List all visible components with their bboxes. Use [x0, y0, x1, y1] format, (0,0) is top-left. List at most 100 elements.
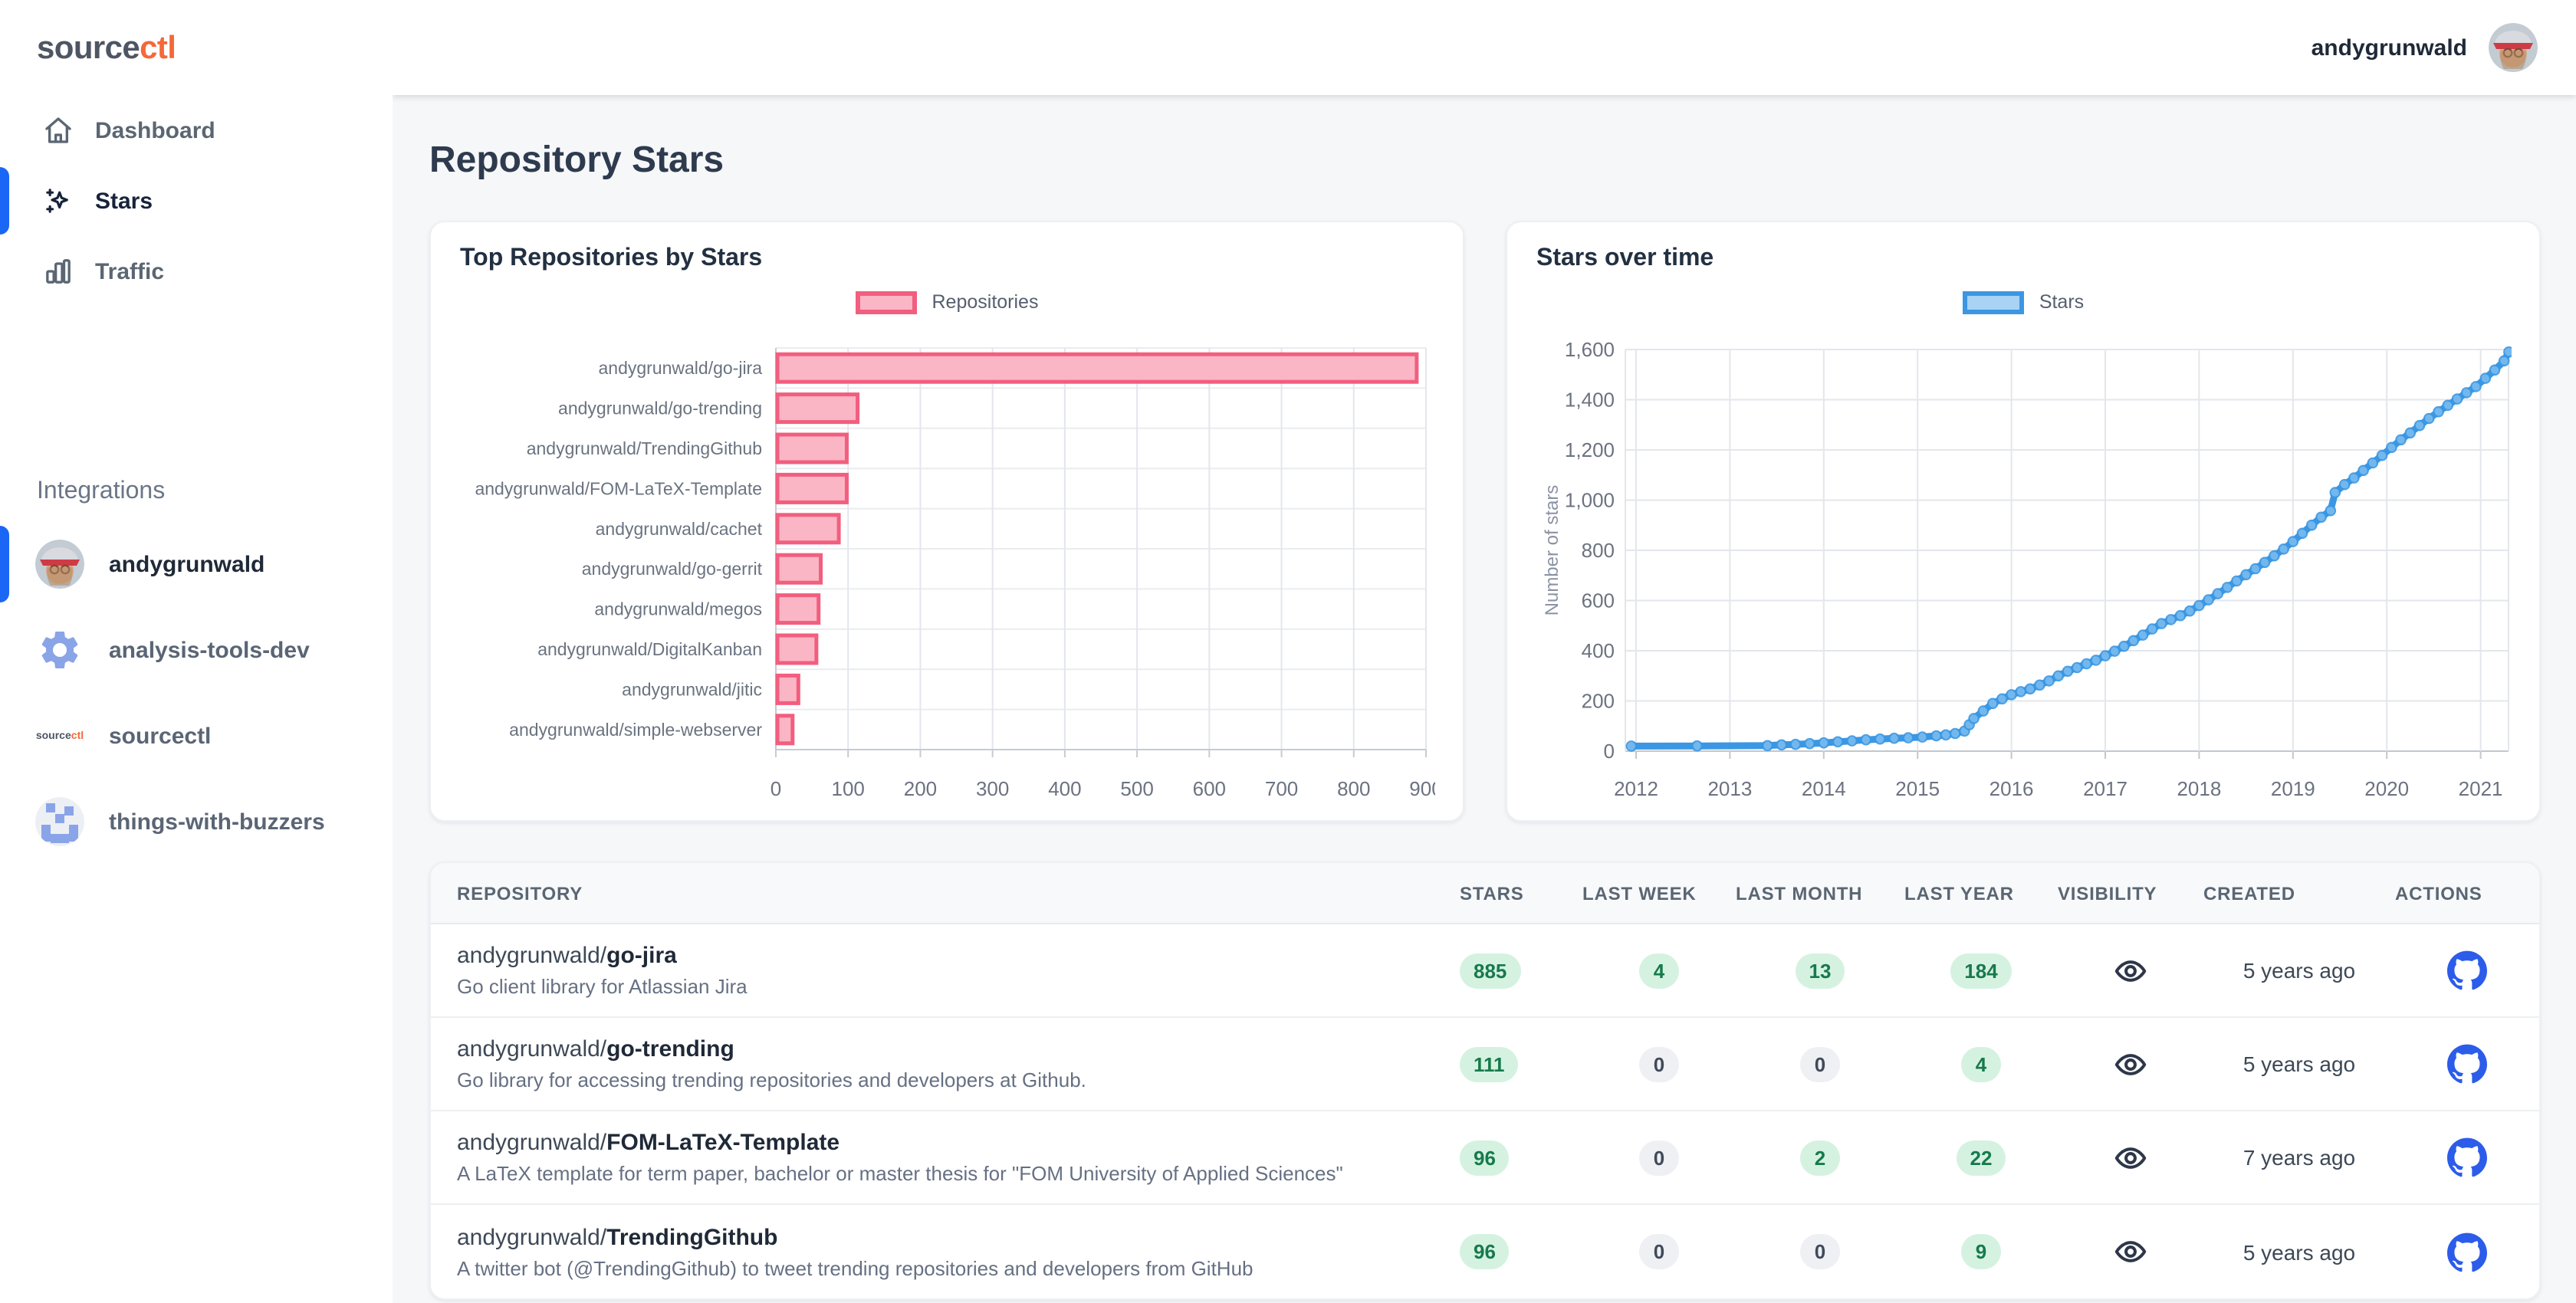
integration-item-andygrunwald[interactable]: andygrunwald [0, 521, 393, 607]
bar-andygrunwald/FOM-LaTeX-Template[interactable] [777, 474, 846, 502]
svg-text:900: 900 [1409, 777, 1435, 800]
bar-chart-title: Top Repositories by Stars [460, 244, 1434, 274]
svg-text:800: 800 [1337, 777, 1370, 800]
repository-link[interactable]: andygrunwald/go-trending [457, 1036, 1460, 1064]
visibility-cell [2058, 953, 2203, 988]
last-month-cell: 13 [1736, 953, 1904, 988]
count-badge: 0 [1639, 1234, 1679, 1269]
column-header-repository: Repository [431, 882, 1460, 904]
svg-text:0: 0 [770, 777, 781, 800]
svg-text:2012: 2012 [1614, 777, 1658, 800]
visibility-eye-icon[interactable] [2113, 1046, 2148, 1081]
last-year-cell: 184 [1904, 953, 2058, 988]
count-badge: 0 [1639, 1140, 1679, 1175]
count-badge: 0 [1800, 1046, 1840, 1081]
svg-text:1,400: 1,400 [1565, 389, 1615, 412]
svg-text:200: 200 [1582, 690, 1615, 713]
last-month-cell: 2 [1736, 1140, 1904, 1175]
last-month-cell: 0 [1736, 1046, 1904, 1081]
stars-line-series[interactable] [1631, 352, 2509, 746]
integration-label: things-with-buzzers [109, 809, 325, 835]
last-week-cell: 0 [1582, 1046, 1736, 1081]
line-chart: 02004006008001,0001,2001,4001,6002012201… [1536, 317, 2512, 823]
bar-andygrunwald/DigitalKanban[interactable] [777, 635, 816, 663]
stars-cell: 885 [1460, 953, 1582, 988]
bar-chart: 0100200300400500600700800900andygrunwald… [460, 317, 1435, 823]
visibility-eye-icon[interactable] [2113, 1234, 2148, 1269]
table-row-go-jira: andygrunwald/go-jiraGo client library fo… [431, 924, 2539, 1018]
topbar-username[interactable]: andygrunwald [2312, 34, 2467, 61]
svg-text:200: 200 [904, 777, 937, 800]
y-axis-label: Number of stars [1542, 485, 1562, 616]
brand-logo[interactable]: sourcectl [0, 0, 393, 95]
repository-cell: andygrunwald/go-jiraGo client library fo… [431, 943, 1460, 998]
bar-andygrunwald/simple-webserver[interactable] [777, 716, 793, 743]
integration-label: andygrunwald [109, 551, 264, 577]
created-cell: 7 years ago [2203, 1145, 2395, 1170]
legend-swatch-repositories [856, 290, 917, 313]
bar-chart-legend: Repositories [460, 287, 1434, 317]
integrations-list: andygrunwald analysis-tools-devsourcectls… [0, 521, 393, 865]
bar-andygrunwald/TrendingGithub[interactable] [777, 435, 846, 462]
visibility-eye-icon[interactable] [2113, 1140, 2148, 1175]
visibility-cell [2058, 1046, 2203, 1081]
integration-item-analysis-tools-dev[interactable]: analysis-tools-dev [0, 607, 393, 693]
legend-label-stars: Stars [2039, 291, 2084, 313]
repository-link[interactable]: andygrunwald/FOM-LaTeX-Template [457, 1130, 1460, 1157]
count-badge: 22 [1957, 1140, 2006, 1175]
repository-link[interactable]: andygrunwald/TrendingGithub [457, 1224, 1460, 1252]
bar-andygrunwald/cachet[interactable] [777, 515, 839, 543]
svg-text:500: 500 [1120, 777, 1153, 800]
bar-chart-icon [43, 256, 74, 287]
pixel-buzzers-icon [35, 797, 84, 846]
bar-andygrunwald/go-trending[interactable] [777, 395, 858, 422]
user-avatar[interactable] [2489, 23, 2538, 72]
table-row-FOM-LaTeX-Template: andygrunwald/FOM-LaTeX-TemplateA LaTeX t… [431, 1111, 2539, 1205]
repository-link[interactable]: andygrunwald/go-jira [457, 943, 1460, 970]
github-icon[interactable] [2447, 950, 2487, 990]
svg-text:2016: 2016 [1990, 777, 2034, 800]
github-icon[interactable] [2447, 1232, 2487, 1272]
bar-category-label: andygrunwald/go-gerrit [582, 559, 763, 579]
svg-text:2017: 2017 [2083, 777, 2128, 800]
sidebar-item-dashboard[interactable]: Dashboard [0, 95, 393, 166]
bar-category-label: andygrunwald/jitic [622, 679, 762, 699]
svg-text:0: 0 [1604, 740, 1615, 763]
github-icon[interactable] [2447, 1044, 2487, 1084]
bar-andygrunwald/go-gerrit[interactable] [777, 555, 821, 583]
line-chart-title: Stars over time [1536, 244, 2510, 274]
visibility-cell [2058, 1234, 2203, 1269]
stars-cell: 96 [1460, 1234, 1582, 1269]
svg-text:1,200: 1,200 [1565, 438, 1615, 461]
repository-cell: andygrunwald/go-trendingGo library for a… [431, 1036, 1460, 1091]
repositories-table: RepositoryStarsLast weekLast monthLast y… [429, 862, 2541, 1300]
actions-cell [2395, 1232, 2539, 1272]
last-year-cell: 22 [1904, 1140, 2058, 1175]
line-chart-legend: Stars [1536, 287, 2510, 317]
gear-icon [37, 627, 83, 673]
count-badge: 184 [1950, 953, 2011, 988]
bar-category-label: andygrunwald/megos [594, 599, 762, 619]
count-badge: 4 [1639, 953, 1679, 988]
integration-item-sourcectl[interactable]: sourcectlsourcectl [0, 693, 393, 779]
svg-text:800: 800 [1582, 539, 1615, 562]
bar-andygrunwald/megos[interactable] [777, 596, 819, 623]
bar-andygrunwald/jitic[interactable] [777, 675, 798, 703]
visibility-eye-icon[interactable] [2113, 953, 2148, 988]
last-week-cell: 0 [1582, 1234, 1736, 1269]
column-header-actions: Actions [2395, 882, 2539, 904]
actions-cell [2395, 1137, 2539, 1177]
sidebar-item-traffic[interactable]: Traffic [0, 236, 393, 307]
integration-item-things-with-buzzers[interactable]: things-with-buzzers [0, 779, 393, 865]
sidebar-item-stars[interactable]: Stars [0, 166, 393, 236]
github-icon[interactable] [2447, 1137, 2487, 1177]
topbar: andygrunwald [393, 0, 2576, 95]
column-header-last-year: Last year [1904, 882, 2058, 904]
main-area: andygrunwald Repository Stars Top Reposi… [393, 0, 2576, 1303]
bar-andygrunwald/go-jira[interactable] [777, 354, 1417, 382]
last-month-cell: 0 [1736, 1234, 1904, 1269]
last-year-cell: 9 [1904, 1234, 2058, 1269]
bar-category-label: andygrunwald/FOM-LaTeX-Template [475, 478, 762, 498]
svg-text:2019: 2019 [2271, 777, 2315, 800]
stars-cell: 96 [1460, 1140, 1582, 1175]
